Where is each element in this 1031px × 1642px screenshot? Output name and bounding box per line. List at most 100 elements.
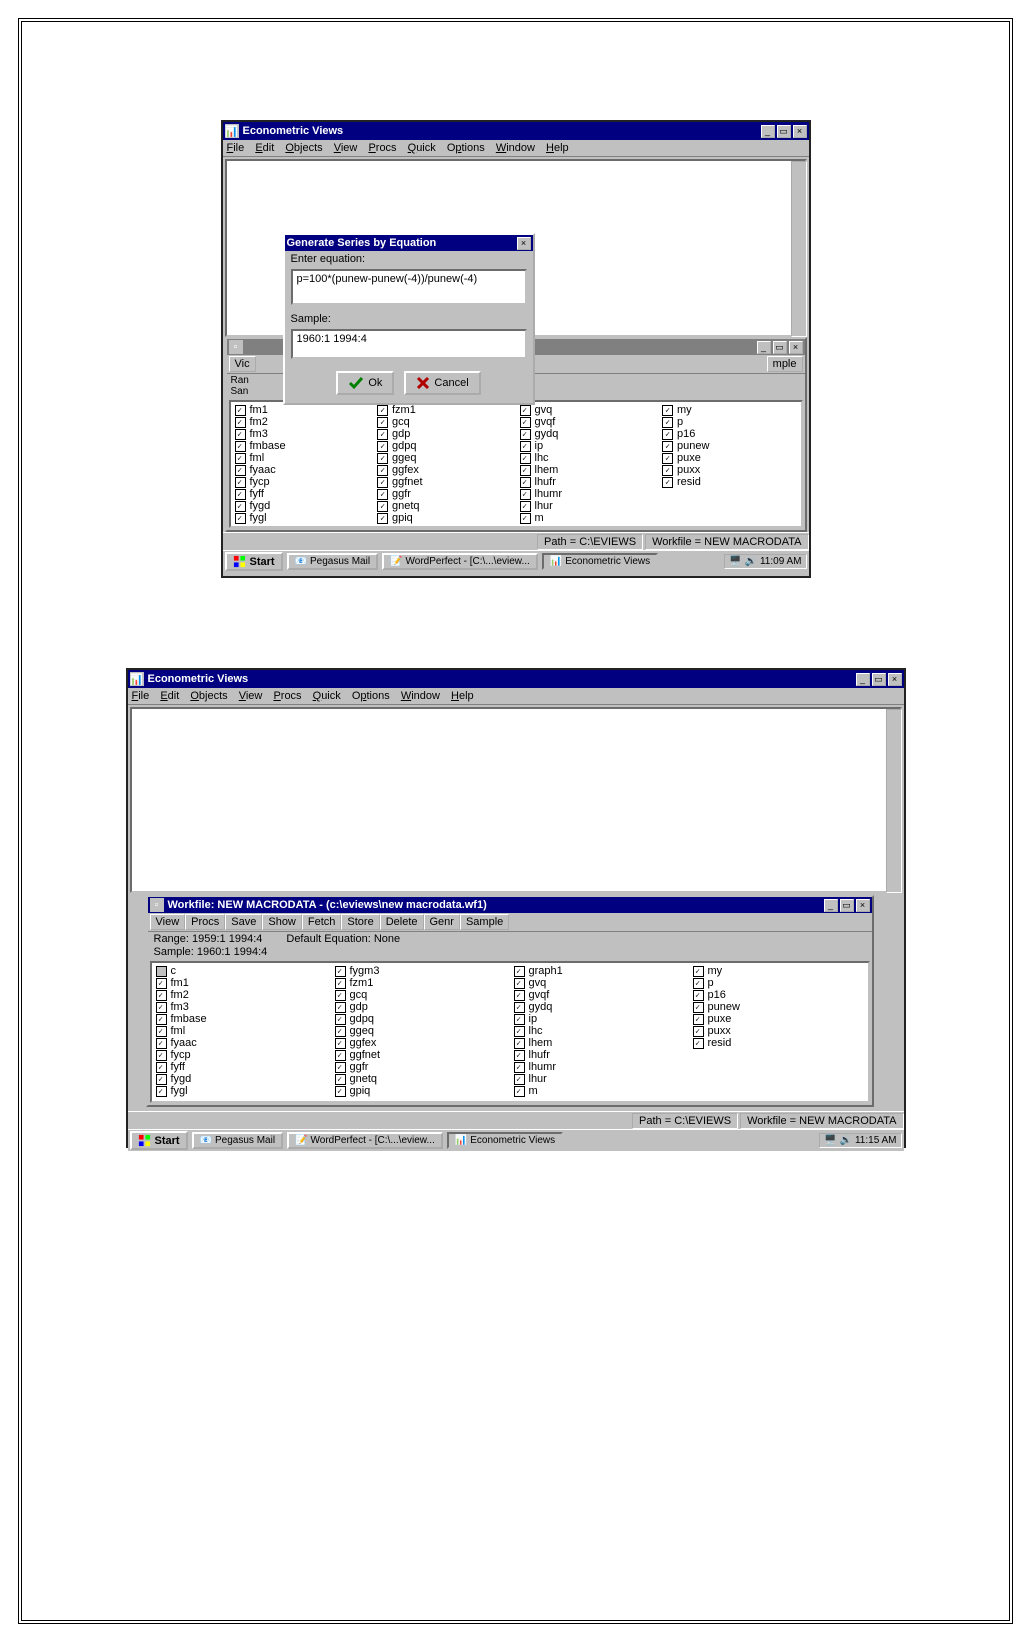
series-item[interactable]: fygd xyxy=(235,500,370,512)
series-item[interactable]: ggeq xyxy=(377,452,512,464)
series-item[interactable]: p xyxy=(693,977,864,989)
series-item[interactable]: gydq xyxy=(514,1001,685,1013)
series-item[interactable]: puxe xyxy=(693,1013,864,1025)
series-item[interactable]: ip xyxy=(520,440,655,452)
menu-quick[interactable]: Quick xyxy=(313,690,341,702)
task-eviews[interactable]: 📊Econometric Views xyxy=(447,1132,563,1149)
equation-input[interactable]: p=100*(punew-punew(-4))/punew(-4) xyxy=(291,269,527,305)
series-item[interactable]: punew xyxy=(662,440,797,452)
series-item[interactable]: fyaac xyxy=(156,1037,327,1049)
series-item[interactable]: gnetq xyxy=(335,1073,506,1085)
system-tray[interactable]: 🖥️ 🔊 11:09 AM xyxy=(724,554,806,569)
series-item[interactable]: fm3 xyxy=(156,1001,327,1013)
series-item[interactable]: p16 xyxy=(693,989,864,1001)
series-item[interactable]: fygl xyxy=(235,512,370,524)
series-item[interactable]: fycp xyxy=(235,476,370,488)
menubar[interactable]: File Edit Objects View Procs Quick Optio… xyxy=(223,140,809,157)
menu-procs[interactable]: Procs xyxy=(273,690,301,702)
ok-button[interactable]: Ok xyxy=(336,371,394,395)
menubar[interactable]: File Edit Objects View Procs Quick Optio… xyxy=(128,688,904,705)
series-item[interactable]: lhem xyxy=(520,464,655,476)
minimize-icon[interactable]: _ xyxy=(856,673,870,686)
series-item[interactable]: gdpq xyxy=(377,440,512,452)
task-pegasus[interactable]: 📧Pegasus Mail xyxy=(192,1132,283,1149)
series-item[interactable]: resid xyxy=(662,476,797,488)
toolbar-sample[interactable]: Sample xyxy=(460,914,509,930)
sample-input[interactable]: 1960:1 1994:4 xyxy=(291,329,527,359)
series-item[interactable]: fygl xyxy=(156,1085,327,1097)
menu-file[interactable]: File xyxy=(227,142,245,154)
series-item[interactable]: ggfnet xyxy=(335,1049,506,1061)
series-item[interactable]: fzm1 xyxy=(335,977,506,989)
series-item[interactable]: fyff xyxy=(156,1061,327,1073)
series-item[interactable]: fm3 xyxy=(235,428,370,440)
menu-file[interactable]: File xyxy=(132,690,150,702)
series-item[interactable]: puxx xyxy=(693,1025,864,1037)
series-item[interactable]: gydq xyxy=(520,428,655,440)
menu-edit[interactable]: Edit xyxy=(255,142,274,154)
series-item[interactable]: gcq xyxy=(377,416,512,428)
series-item[interactable]: graph1 xyxy=(514,965,685,977)
series-item[interactable]: c xyxy=(156,965,327,977)
menu-window[interactable]: Window xyxy=(401,690,440,702)
series-item[interactable]: fml xyxy=(235,452,370,464)
menu-window[interactable]: Window xyxy=(496,142,535,154)
cancel-button[interactable]: Cancel xyxy=(404,371,480,395)
task-wordperfect[interactable]: 📝WordPerfect - [C:\...\eview... xyxy=(287,1132,443,1149)
scrollbar[interactable] xyxy=(791,161,807,337)
menu-view[interactable]: View xyxy=(334,142,358,154)
series-item[interactable]: gpiq xyxy=(335,1085,506,1097)
series-item[interactable]: fycp xyxy=(156,1049,327,1061)
series-item[interactable]: gdp xyxy=(377,428,512,440)
series-item[interactable]: gnetq xyxy=(377,500,512,512)
series-item[interactable]: fygd xyxy=(156,1073,327,1085)
series-item[interactable]: gpiq xyxy=(377,512,512,524)
series-item[interactable]: lhumr xyxy=(514,1061,685,1073)
menu-help[interactable]: Help xyxy=(451,690,474,702)
series-item[interactable]: puxx xyxy=(662,464,797,476)
toolbar-genr[interactable]: Genr xyxy=(424,914,460,930)
series-item[interactable]: gcq xyxy=(335,989,506,1001)
wf-maximize-icon[interactable]: ▭ xyxy=(840,899,854,912)
series-item[interactable]: ggfnet xyxy=(377,476,512,488)
menu-view[interactable]: View xyxy=(239,690,263,702)
series-item[interactable]: gdpq xyxy=(335,1013,506,1025)
series-item[interactable]: p16 xyxy=(662,428,797,440)
series-item[interactable]: puxe xyxy=(662,452,797,464)
close-icon[interactable]: × xyxy=(793,125,807,138)
wf-minimize-icon[interactable]: _ xyxy=(757,341,771,354)
task-eviews[interactable]: 📊Econometric Views xyxy=(542,553,658,570)
series-item[interactable]: fygm3 xyxy=(335,965,506,977)
toolbar-save[interactable]: Save xyxy=(225,914,262,930)
series-item[interactable]: resid xyxy=(693,1037,864,1049)
series-item[interactable]: gdp xyxy=(335,1001,506,1013)
series-item[interactable]: my xyxy=(662,404,797,416)
series-item[interactable]: gvqf xyxy=(520,416,655,428)
system-tray[interactable]: 🖥️ 🔊 11:15 AM xyxy=(819,1133,901,1148)
series-item[interactable]: gvqf xyxy=(514,989,685,1001)
toolbar-vic[interactable]: Vic xyxy=(229,356,256,372)
series-item[interactable]: ggfr xyxy=(377,488,512,500)
maximize-icon[interactable]: ▭ xyxy=(872,673,886,686)
minimize-icon[interactable]: _ xyxy=(761,125,775,138)
series-item[interactable]: ggfex xyxy=(335,1037,506,1049)
task-pegasus[interactable]: 📧Pegasus Mail xyxy=(287,553,378,570)
menu-quick[interactable]: Quick xyxy=(408,142,436,154)
series-item[interactable]: my xyxy=(693,965,864,977)
series-item[interactable]: ggfr xyxy=(335,1061,506,1073)
series-item[interactable]: lhur xyxy=(514,1073,685,1085)
series-item[interactable]: lhem xyxy=(514,1037,685,1049)
menu-options[interactable]: Options xyxy=(352,690,390,702)
menu-procs[interactable]: Procs xyxy=(368,142,396,154)
toolbar-store[interactable]: Store xyxy=(341,914,379,930)
toolbar-delete[interactable]: Delete xyxy=(380,914,424,930)
series-item[interactable]: fzm1 xyxy=(377,404,512,416)
series-item[interactable]: ip xyxy=(514,1013,685,1025)
task-wordperfect[interactable]: 📝WordPerfect - [C:\...\eview... xyxy=(382,553,538,570)
start-button[interactable]: Start xyxy=(225,552,283,571)
series-item[interactable]: ggfex xyxy=(377,464,512,476)
series-item[interactable]: fyaac xyxy=(235,464,370,476)
menu-edit[interactable]: Edit xyxy=(160,690,179,702)
wf-close-icon[interactable]: × xyxy=(789,341,803,354)
dialog-close-icon[interactable]: × xyxy=(517,237,531,250)
